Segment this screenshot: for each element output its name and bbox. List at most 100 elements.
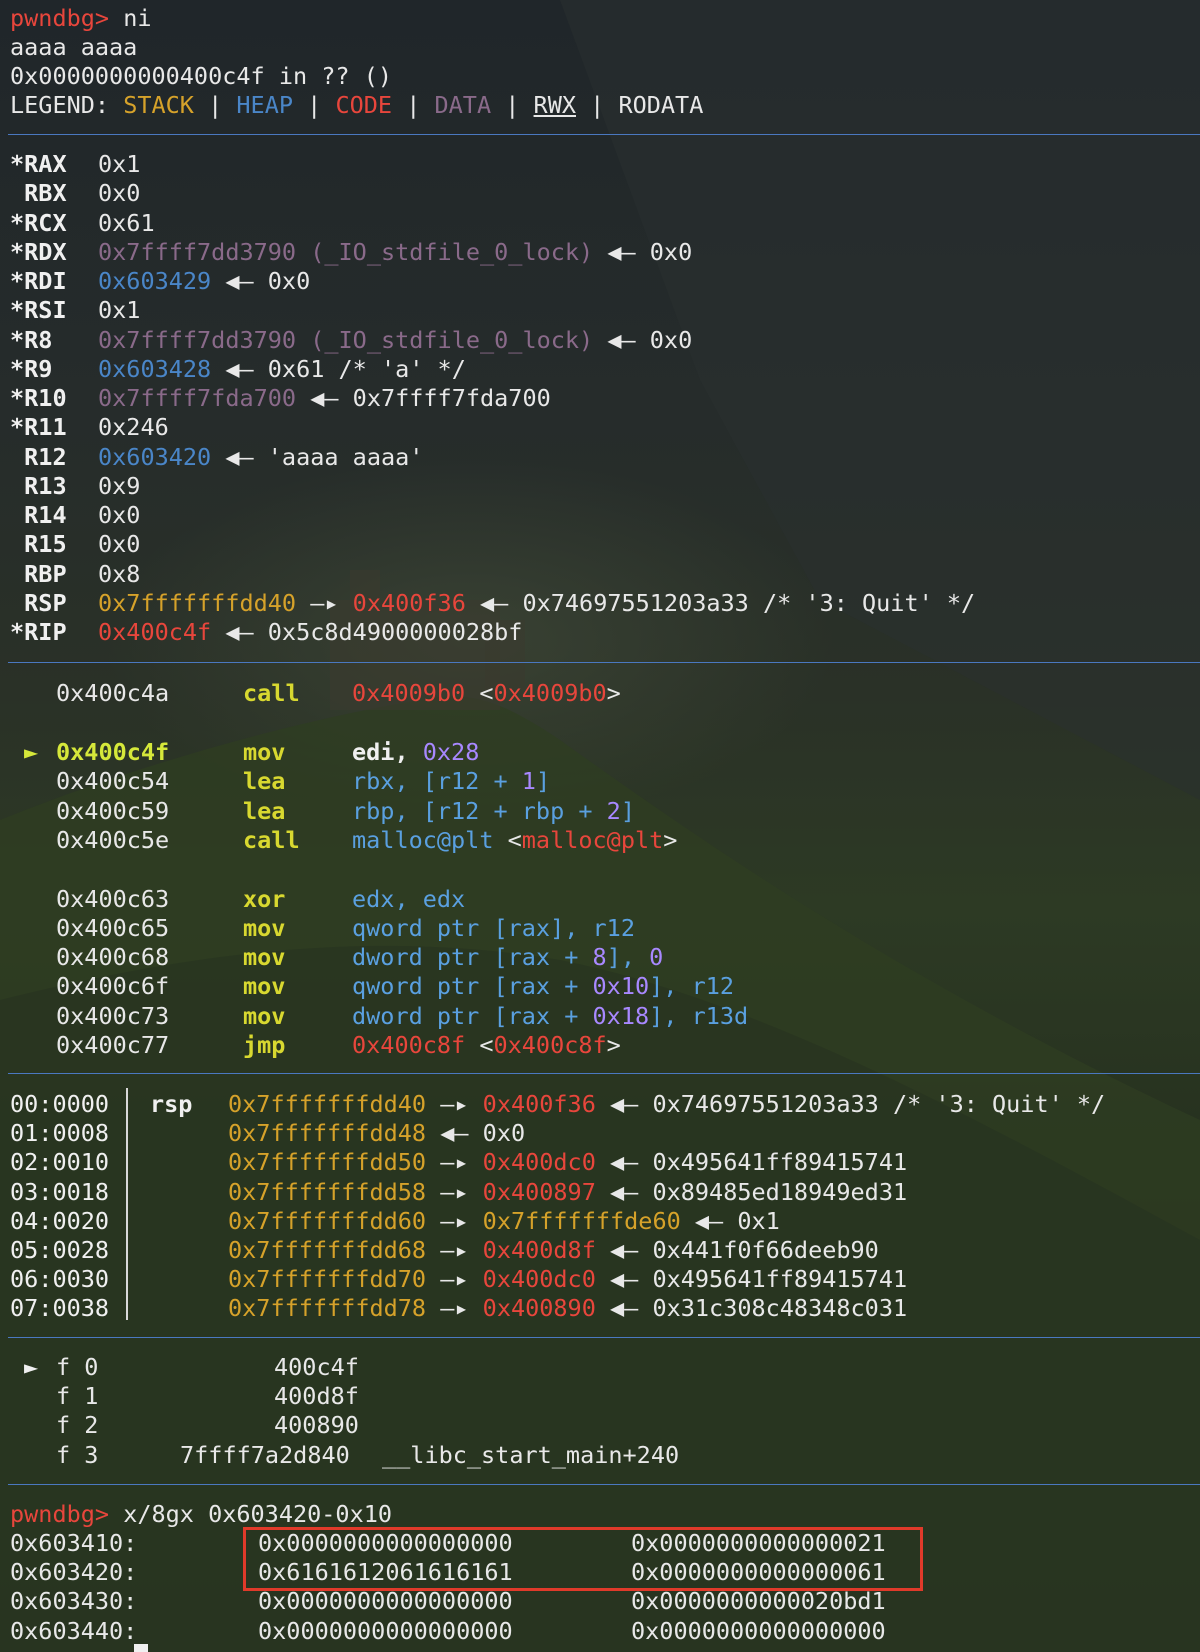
instruction-mnemonic: call xyxy=(243,679,300,708)
stack-deref: ◀— 0x495641ff89415741 xyxy=(595,1148,908,1177)
operands-text: rbx, [r12 + xyxy=(352,767,522,795)
examine-command-line: pwndbg> x/8gx 0x603420-0x10 xyxy=(10,1500,392,1529)
register-value: 0x1 xyxy=(98,150,140,179)
stack-pointer-target: 0x400dc0 xyxy=(482,1265,596,1294)
mnemonic-text: lea xyxy=(243,767,286,795)
section-divider xyxy=(8,134,1200,135)
instruction-mnemonic: mov xyxy=(243,1002,285,1031)
register-deref: ◀— 'aaaa aaaa' xyxy=(211,442,424,471)
legend-separator: | xyxy=(576,91,619,119)
register-name-text: *RCX xyxy=(10,208,67,237)
frame-address-text: 400c4f xyxy=(274,1353,359,1381)
register-deref: ◀— 0x7ffff7fda700 xyxy=(296,384,551,412)
pointer-arrow: —▸ xyxy=(426,1206,483,1235)
register-deref: ◀— 0x74697551203a33 /* '3: Quit' */ xyxy=(465,588,976,617)
frame-symbol: __libc_start_main+240 xyxy=(382,1441,679,1470)
register-value: 0x0 xyxy=(98,501,140,530)
operands-text: dword ptr [rax + xyxy=(352,1002,593,1030)
frame-address-text: 7ffff7a2d840 xyxy=(180,1440,350,1469)
section-divider xyxy=(8,1484,1200,1485)
register-value: 0x603428 ◀— 0x61 /* 'a' */ xyxy=(98,355,466,384)
register-name-text: R14 xyxy=(10,501,67,529)
mnemonic-text: xor xyxy=(243,885,286,913)
mnemonic-text: mov xyxy=(243,1002,286,1030)
register-name-text: RBX xyxy=(10,179,67,208)
register-deref: ◀— 0x0 xyxy=(211,267,311,295)
instruction-operands: malloc@plt <malloc@plt> xyxy=(352,826,677,855)
register-value-text: 0x0 xyxy=(98,530,141,559)
mnemonic-text: mov xyxy=(243,972,286,1000)
location-output: 0x0000000000400c4f in ?? () xyxy=(10,62,393,90)
frame-address-text: 400890 xyxy=(274,1411,359,1440)
highlight-box xyxy=(243,1527,923,1591)
immediate-value: 0x18 xyxy=(592,1002,650,1030)
instruction-address-text: 0x400c63 xyxy=(56,885,170,913)
instruction-address-text: 0x400c54 xyxy=(56,767,170,795)
stack-offset: 00:0000 xyxy=(10,1090,109,1119)
stack-address: 0x7fffffffdd68 xyxy=(228,1236,427,1264)
stack-offset: 01:0008 xyxy=(10,1119,109,1148)
memory-value: 0x0000000000000000 xyxy=(258,1587,513,1616)
operands-tail: ], r12 xyxy=(649,972,735,1000)
frame-address: 400d8f xyxy=(274,1382,359,1411)
memory-address: 0x603420: xyxy=(10,1558,137,1587)
stack-pointer-target: 0x7fffffffde60 xyxy=(482,1206,681,1235)
register-value-text: 0x0 xyxy=(98,179,141,208)
instruction-address-text: 0x400c73 xyxy=(56,1002,170,1030)
instruction-address-text: 0x400c59 xyxy=(56,797,170,825)
operands-text: qword ptr [rax + xyxy=(352,972,593,1000)
register-deref: ◀— 0x5c8d4900000028bf xyxy=(211,618,523,646)
stack-offset: 03:0018 xyxy=(10,1178,109,1207)
pointer-arrow: —▸ xyxy=(426,1236,483,1264)
instruction-mnemonic: lea xyxy=(243,797,285,826)
memory-address-text: 0x603420: xyxy=(10,1558,138,1587)
legend-stack: STACK xyxy=(123,91,194,119)
memory-address: 0x603430: xyxy=(10,1587,137,1616)
frame-address: 400c4f xyxy=(274,1353,359,1382)
stack-offset-text: 02:0010 xyxy=(10,1148,110,1177)
register-name: *R11 xyxy=(10,413,67,442)
frame-address-text: 400d8f xyxy=(274,1382,359,1411)
legend-heap: HEAP xyxy=(236,91,293,119)
prompt: pwndbg> xyxy=(10,4,110,32)
mnemonic-text: mov xyxy=(243,738,286,766)
register-name: RBP xyxy=(10,560,66,589)
frame-index: f 1 xyxy=(56,1382,98,1411)
register-value-text: 0x1 xyxy=(98,150,141,178)
stack-deref: 0x0 xyxy=(482,1119,526,1148)
bracket: < xyxy=(465,1031,494,1059)
instruction-operands: edi, 0x28 xyxy=(352,738,479,767)
register-name: RSP xyxy=(10,589,66,618)
pointer-arrow: —▸ xyxy=(296,588,353,617)
instruction-operands: qword ptr [rax + 0x10], r12 xyxy=(352,972,734,1001)
stack-offset: 06:0030 xyxy=(10,1265,109,1294)
register-value-text: 0x246 xyxy=(98,413,169,442)
bracket: < xyxy=(493,826,522,854)
instruction-address: 0x400c77 xyxy=(56,1031,169,1060)
frame-address: 400890 xyxy=(274,1411,359,1440)
instruction-mnemonic: mov xyxy=(243,738,285,767)
terminal-window[interactable]: pwndbg> ni aaaa aaaa 0x0000000000400c4f … xyxy=(0,0,1200,1652)
instruction-address: 0x400c54 xyxy=(56,767,169,796)
instruction-address: 0x400c5e xyxy=(56,826,169,855)
register-name-text: *R8 xyxy=(10,325,53,354)
register-name-text: R13 xyxy=(10,471,67,500)
immediate-value: 0x10 xyxy=(592,972,650,1000)
branch-target: malloc@plt xyxy=(352,826,494,854)
frame-index-text: f 3 xyxy=(56,1440,99,1469)
bracket: < xyxy=(465,679,494,707)
stack-register-text: rsp xyxy=(150,1090,193,1118)
branch-symbol: 0x400c8f xyxy=(493,1031,607,1059)
register-name-text: *R11 xyxy=(10,413,67,442)
instruction-mnemonic: xor xyxy=(243,885,285,914)
operands-tail: ] xyxy=(620,797,635,825)
register-value-text: 0x9 xyxy=(98,471,141,500)
stack-register: rsp xyxy=(150,1090,192,1119)
instruction-address: 0x400c63 xyxy=(56,885,169,914)
register-value-text: 0x0 xyxy=(98,501,141,529)
register-value-text: 0x7ffff7dd3790 (_IO_stdfile_0_lock) xyxy=(98,325,594,354)
mnemonic-text: mov xyxy=(243,943,286,971)
register-value-text: 0x7ffff7dd3790 (_IO_stdfile_0_lock) xyxy=(98,237,594,266)
memory-value: 0x0000000000000000 xyxy=(631,1617,886,1646)
frame-index-text: f 0 xyxy=(56,1353,99,1381)
